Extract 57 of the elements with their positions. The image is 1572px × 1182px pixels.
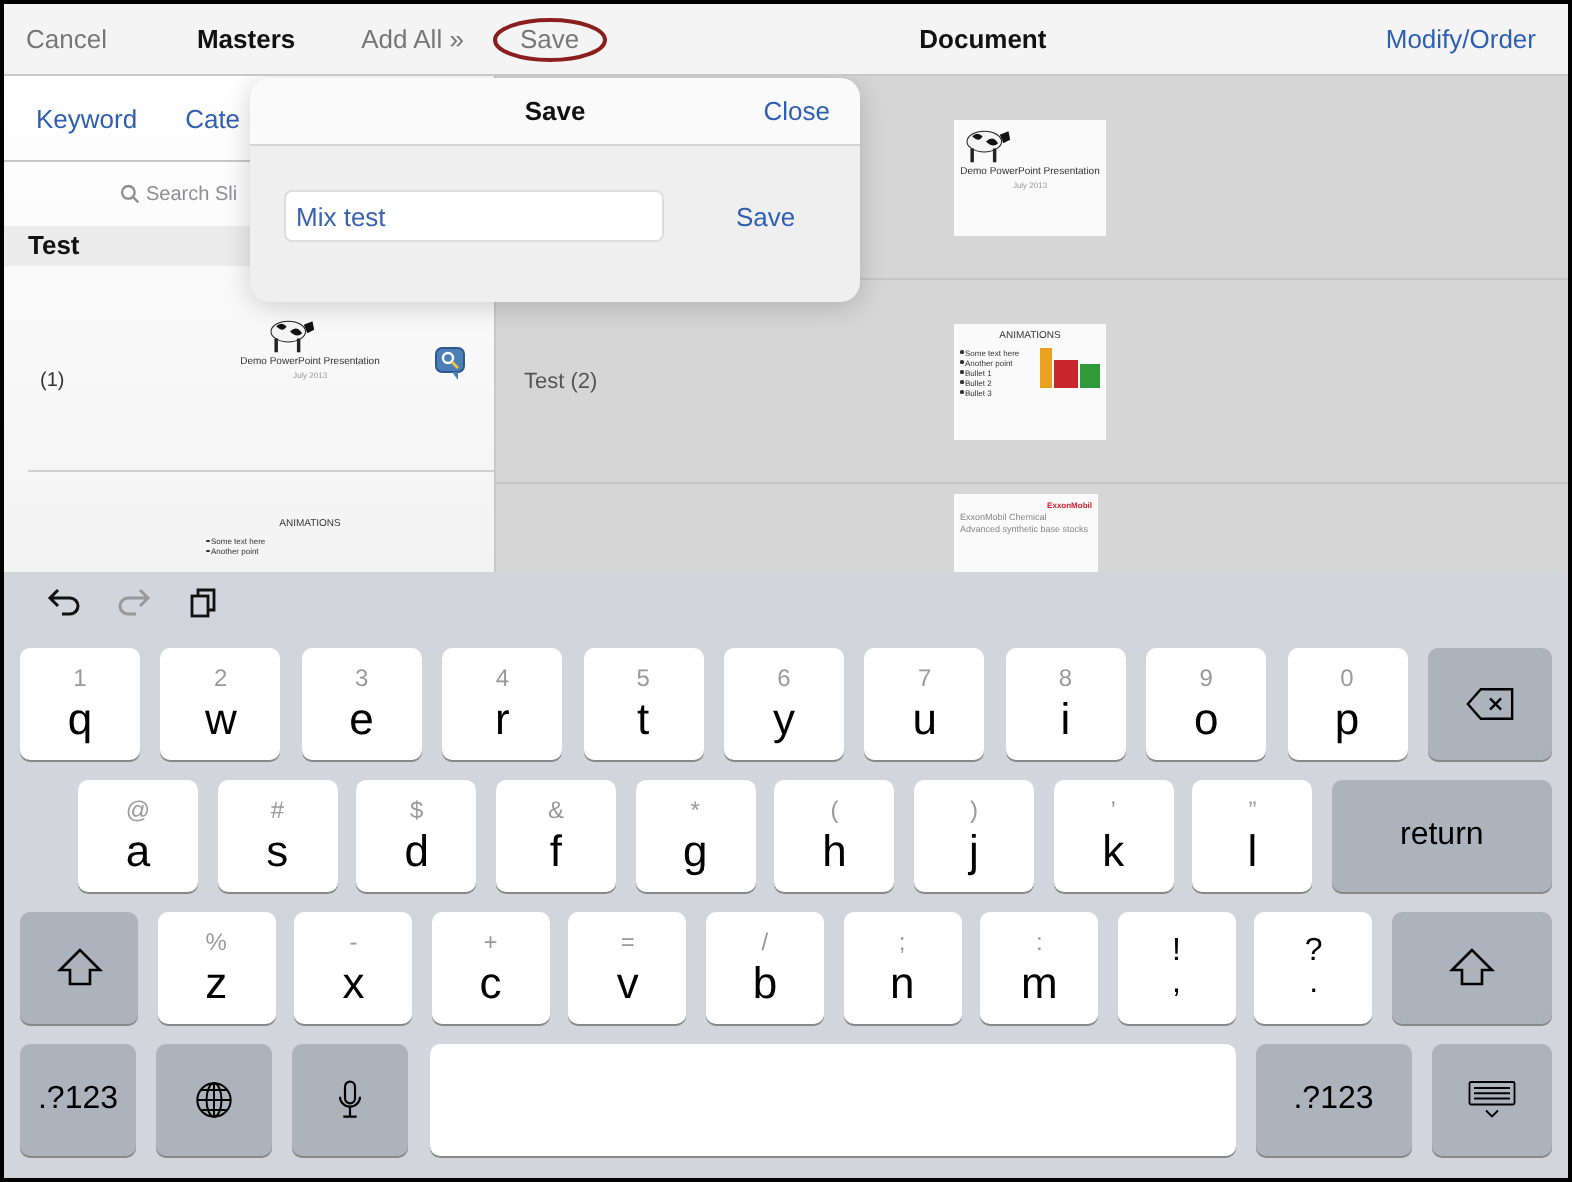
search-field[interactable]: Search Sli (120, 183, 246, 205)
letter-key[interactable]: * g (635, 780, 756, 892)
popover-title: Save (524, 96, 586, 126)
document-title: Document (917, 24, 1049, 54)
punctuation-key[interactable]: ? . (1254, 912, 1373, 1024)
slide-number: (1) (40, 370, 67, 392)
modify-order-button[interactable]: Modify/Order (1385, 24, 1568, 54)
keyboard-key[interactable]: return (1331, 780, 1552, 892)
letter-key[interactable]: @ a (78, 780, 198, 892)
letter-key[interactable]: 9 o (1146, 648, 1267, 760)
name-input-field[interactable]: Mix test (284, 190, 664, 242)
undo-icon[interactable] (46, 586, 82, 618)
search-icon (120, 184, 140, 204)
punctuation-key[interactable]: ! , (1117, 912, 1236, 1024)
letter-key[interactable]: / b (705, 912, 824, 1024)
letter-key[interactable]: 5 t (583, 648, 704, 760)
letter-key[interactable]: ; n (843, 912, 962, 1024)
letter-key[interactable]: 2 w (160, 648, 281, 760)
letter-key[interactable]: ” l (1192, 780, 1313, 892)
letter-key[interactable]: 1 q (20, 648, 140, 760)
cancel-button[interactable]: Cancel (26, 24, 107, 54)
letter-key[interactable]: 3 e (301, 648, 422, 760)
shift-icon (1447, 948, 1496, 988)
keyboard-key[interactable]: .?123 (20, 1044, 136, 1156)
letter-key[interactable]: 0 p (1287, 648, 1408, 760)
letter-key[interactable]: + c (431, 912, 550, 1024)
hide-keyboard-key[interactable] (1431, 1044, 1552, 1156)
letter-key[interactable]: # s (217, 780, 338, 892)
letter-key[interactable]: 7 u (864, 648, 985, 760)
letter-key[interactable]: ( h (774, 780, 895, 892)
close-button[interactable]: Close (763, 96, 830, 126)
filter-tab[interactable]: Keyword (36, 103, 138, 133)
flasks-drawing (1040, 347, 1100, 387)
letter-key[interactable]: % z (157, 912, 276, 1024)
letter-key[interactable]: 8 i (1005, 648, 1126, 760)
letter-key[interactable]: : m (980, 912, 1099, 1024)
keyboard-icon (1467, 1080, 1516, 1120)
row-label: Test (2) (524, 369, 598, 393)
delete-key[interactable] (1427, 648, 1552, 760)
save-button[interactable]: Save (736, 201, 796, 231)
delete-icon (1465, 684, 1514, 724)
keyboard-key[interactable]: .?123 (1255, 1044, 1412, 1156)
globe-key[interactable] (156, 1044, 273, 1156)
shift-icon (55, 948, 103, 988)
letter-key[interactable]: 6 y (723, 648, 844, 760)
shift-key[interactable] (20, 912, 138, 1024)
letter-key[interactable]: ’ k (1053, 780, 1174, 892)
letter-key[interactable]: = v (568, 912, 687, 1024)
add-all-button[interactable]: Add All » (361, 24, 464, 54)
letter-key[interactable]: 4 r (442, 648, 563, 760)
letter-key[interactable]: $ d (356, 780, 477, 892)
masters-tab[interactable]: Masters (196, 24, 296, 54)
letter-key[interactable]: ) j (913, 780, 1034, 892)
letter-key[interactable]: - x (294, 912, 413, 1024)
speech-bubble-icon[interactable] (434, 346, 466, 382)
letter-key[interactable]: & f (495, 780, 616, 892)
filter-tab[interactable]: Cate (185, 103, 241, 133)
